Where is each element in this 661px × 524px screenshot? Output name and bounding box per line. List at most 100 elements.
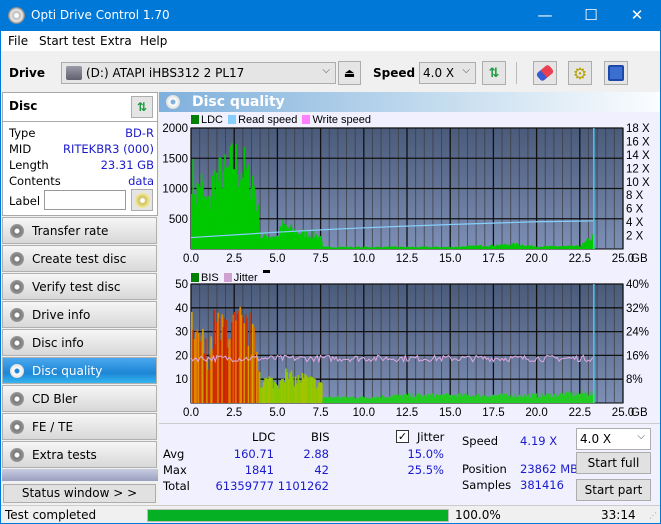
- chevron-down-icon: ⌵: [322, 65, 330, 76]
- menu-extra[interactable]: Extra: [100, 34, 132, 48]
- nav-label: Drive info: [32, 308, 91, 322]
- y2-tick-label: 16%: [626, 350, 649, 362]
- x-tick-label: 2.5: [226, 253, 242, 265]
- disc-label-label: Label: [9, 194, 41, 208]
- status-text: Test completed: [5, 508, 97, 522]
- position-label: Position: [462, 462, 507, 476]
- disc-icon: [10, 448, 24, 462]
- samples-label: Samples: [462, 478, 512, 492]
- disc-icon: [10, 420, 24, 434]
- speed-label: Speed: [373, 66, 416, 80]
- y2-tick-label: 18 X: [626, 123, 650, 135]
- disc-length-label: Length: [9, 158, 49, 172]
- eject-button[interactable]: ⏏: [338, 61, 361, 85]
- status-window-button[interactable]: Status window > >: [3, 484, 156, 503]
- app-window: Opti Drive Control 1.70 — ☐ ✕ File Start…: [1, 0, 660, 523]
- resize-grip-icon[interactable]: ⋰: [649, 511, 657, 520]
- nav-extra-tests[interactable]: Extra tests: [2, 441, 157, 468]
- nav-fe-te[interactable]: FE / TE: [2, 413, 157, 440]
- disc-header: Disc: [9, 99, 38, 113]
- stats-avg-label: Avg: [163, 447, 185, 461]
- disc-info-panel: Disc ⇅ Type BD-R MID RITEKBR3 (000) Length…: [2, 92, 158, 216]
- y2-tick-label: 8 X: [626, 190, 644, 202]
- disc-label-input[interactable]: [44, 190, 126, 210]
- jitter-checkbox[interactable]: ✓: [396, 430, 409, 443]
- nav-cd-bler[interactable]: CD Bler: [2, 385, 157, 412]
- y-tick-label: 1500: [162, 153, 188, 165]
- nav-verify-test-disc[interactable]: Verify test disc: [2, 273, 157, 300]
- disc-icon: [10, 280, 24, 294]
- nav-create-test-disc[interactable]: Create test disc: [2, 245, 157, 272]
- test-speed-select[interactable]: 4.0 X ⌵: [576, 428, 651, 450]
- x-tick-label: 12.5: [396, 253, 418, 265]
- drive-select[interactable]: (D:) ATAPI iHBS312 2 PL17 ⌵: [61, 62, 336, 84]
- x-tick-label: 7.5: [313, 407, 329, 419]
- stats-max-ldc: 1841: [244, 463, 274, 477]
- x-tick-label: 20.0: [525, 407, 547, 419]
- nav-label: FE / TE: [32, 420, 74, 434]
- disc-icon: [10, 336, 24, 350]
- nav-label: CD Bler: [32, 392, 78, 406]
- stats-total-bis: 1101262: [277, 479, 329, 493]
- menu-help[interactable]: Help: [140, 34, 167, 48]
- y-tick-label: 1000: [162, 184, 188, 196]
- disc-icon: [10, 252, 24, 266]
- settings-button[interactable]: ⚙: [568, 61, 592, 85]
- disc-contents-value: data: [128, 174, 154, 188]
- nav-label: Disc info: [32, 336, 84, 350]
- nav-disc-quality[interactable]: Disc quality: [2, 357, 157, 384]
- y-tick-label: 50: [175, 279, 188, 291]
- y2-tick-label: 10 X: [626, 177, 650, 189]
- disc-contents-label: Contents: [9, 174, 61, 188]
- x-tick-label: 17.5: [482, 407, 504, 419]
- status-bar: Test completed 100.0% 33:14 ⋰: [1, 505, 660, 523]
- start-full-button[interactable]: Start full: [576, 452, 651, 474]
- start-part-button[interactable]: Start part: [576, 479, 651, 501]
- disc-icon: [10, 392, 24, 406]
- nav-label: Disc quality: [32, 364, 103, 378]
- speed-stat-label: Speed: [462, 434, 499, 448]
- stats-total-ldc: 61359777: [215, 479, 274, 493]
- close-button[interactable]: ✕: [614, 0, 660, 31]
- y2-tick-label: 12 X: [626, 163, 650, 175]
- y-tick-label: 2000: [162, 123, 188, 135]
- y-tick-label: 40: [175, 303, 188, 315]
- stats-col-jitter: Jitter: [417, 430, 445, 444]
- disc-refresh-button[interactable]: ⇅: [131, 96, 153, 118]
- speed-select-value: 4.0 X: [423, 66, 455, 80]
- y-tick-label: 500: [169, 214, 188, 226]
- refresh-arrows-icon: ⇅: [488, 65, 500, 81]
- disc-icon: [10, 308, 24, 322]
- x-tick-label: 5.0: [269, 253, 285, 265]
- disc-icon: [10, 224, 24, 238]
- y2-tick-label: 16 X: [626, 136, 650, 148]
- floppy-save-icon: [608, 65, 624, 81]
- disc-contents-row: Contents data: [9, 174, 154, 188]
- y2-tick-label: 40%: [626, 279, 649, 291]
- toolbar: Drive (D:) ATAPI iHBS312 2 PL17 ⌵ ⏏ Spee…: [1, 51, 660, 91]
- maximize-button[interactable]: ☐: [568, 0, 614, 31]
- title-bar: Opti Drive Control 1.70 — ☐ ✕: [1, 0, 660, 31]
- x-tick-label: 10.0: [353, 253, 375, 265]
- disc-quality-panel: Disc quality LDC Read speed Write speed …: [159, 92, 660, 505]
- nav-disc-info[interactable]: Disc info: [2, 329, 157, 356]
- erase-button[interactable]: [533, 61, 557, 85]
- elapsed-time: 33:14: [601, 508, 636, 522]
- menu-file[interactable]: File: [8, 34, 28, 48]
- disc-icon: [134, 192, 150, 208]
- y2-tick-label: 24%: [626, 327, 649, 339]
- test-speed-value: 4.0 X: [580, 432, 612, 446]
- speed-select[interactable]: 4.0 X ⌵: [419, 62, 476, 84]
- x-tick-label: 22.5: [569, 407, 591, 419]
- x-tick-label: 15.0: [439, 253, 461, 265]
- save-button[interactable]: [604, 61, 628, 85]
- disc-type-label: Type: [9, 126, 36, 140]
- x-tick-label: 20.0: [525, 253, 547, 265]
- nav-transfer-rate[interactable]: Transfer rate: [2, 217, 157, 244]
- position-value: 23862 MB: [520, 462, 579, 476]
- disc-label-button[interactable]: [131, 189, 153, 211]
- refresh-button[interactable]: ⇅: [482, 61, 506, 85]
- minimize-button[interactable]: —: [522, 0, 568, 31]
- menu-start-test[interactable]: Start test: [39, 34, 95, 48]
- nav-drive-info[interactable]: Drive info: [2, 301, 157, 328]
